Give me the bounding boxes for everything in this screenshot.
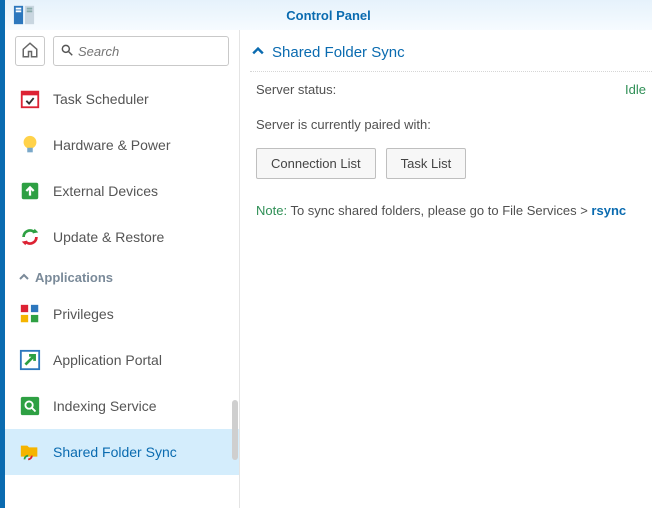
status-value: Idle <box>625 82 646 97</box>
home-icon <box>21 41 39 62</box>
note-body: To sync shared folders, please go to Fil… <box>287 203 591 218</box>
home-button[interactable] <box>15 36 45 66</box>
sidebar-item-label: Task Scheduler <box>53 91 149 107</box>
window-body: Task Scheduler Hardware & Power External… <box>5 30 652 508</box>
task-list-button[interactable]: Task List <box>386 148 467 179</box>
sidebar-item-label: Application Portal <box>53 352 162 368</box>
sidebar-item-privileges[interactable]: Privileges <box>5 291 239 337</box>
chevron-up-icon <box>252 44 264 61</box>
sidebar-item-label: External Devices <box>53 183 158 199</box>
section-title-text: Shared Folder Sync <box>272 44 405 61</box>
status-label: Server status: <box>256 82 625 97</box>
sidebar-item-task-scheduler[interactable]: Task Scheduler <box>5 76 239 122</box>
sidebar-item-external-devices[interactable]: External Devices <box>5 168 239 214</box>
sidebar-item-label: Hardware & Power <box>53 137 171 153</box>
connection-list-button[interactable]: Connection List <box>256 148 376 179</box>
sidebar-section-applications[interactable]: Applications <box>5 260 239 291</box>
search-box[interactable] <box>53 36 229 66</box>
sidebar-scrollbar[interactable] <box>232 400 238 460</box>
window-title: Control Panel <box>286 8 371 23</box>
portal-icon <box>19 349 41 371</box>
window-header: Control Panel <box>5 0 652 30</box>
sidebar-item-label: Update & Restore <box>53 229 164 245</box>
paired-row: Server is currently paired with: <box>250 107 652 142</box>
sidebar-item-shared-folder-sync[interactable]: Shared Folder Sync <box>5 429 239 475</box>
sidebar-item-update-restore[interactable]: Update & Restore <box>5 214 239 260</box>
status-row: Server status: Idle <box>250 72 652 107</box>
calendar-check-icon <box>19 88 41 110</box>
search-input[interactable] <box>78 44 222 59</box>
chevron-up-icon <box>19 270 29 285</box>
note-link-rsync[interactable]: rsync <box>591 203 626 218</box>
sidebar-item-label: Shared Folder Sync <box>53 444 177 460</box>
main-content: Shared Folder Sync Server status: Idle S… <box>240 30 652 508</box>
button-row: Connection List Task List <box>250 142 652 185</box>
sidebar-item-label: Indexing Service <box>53 398 157 414</box>
sidebar-top-row <box>5 30 239 72</box>
external-up-icon <box>19 180 41 202</box>
note-text: Note: To sync shared folders, please go … <box>250 185 652 236</box>
section-toggle-shared-folder-sync[interactable]: Shared Folder Sync <box>250 40 652 72</box>
refresh-icon <box>19 226 41 248</box>
sidebar-section-label: Applications <box>35 270 113 285</box>
control-panel-window: Control Panel <box>0 0 652 508</box>
lightbulb-icon <box>19 134 41 156</box>
folder-sync-icon <box>19 441 41 463</box>
paired-label: Server is currently paired with: <box>256 117 646 132</box>
note-prefix: Note: <box>256 203 287 218</box>
magnify-square-icon <box>19 395 41 417</box>
search-icon <box>60 43 74 60</box>
sidebar-nav: Task Scheduler Hardware & Power External… <box>5 72 239 508</box>
sidebar-item-application-portal[interactable]: Application Portal <box>5 337 239 383</box>
sidebar-item-indexing-service[interactable]: Indexing Service <box>5 383 239 429</box>
sidebar: Task Scheduler Hardware & Power External… <box>5 30 240 508</box>
sidebar-item-hardware-power[interactable]: Hardware & Power <box>5 122 239 168</box>
grid-icon <box>19 303 41 325</box>
app-icon <box>13 4 35 26</box>
sidebar-item-label: Privileges <box>53 306 114 322</box>
